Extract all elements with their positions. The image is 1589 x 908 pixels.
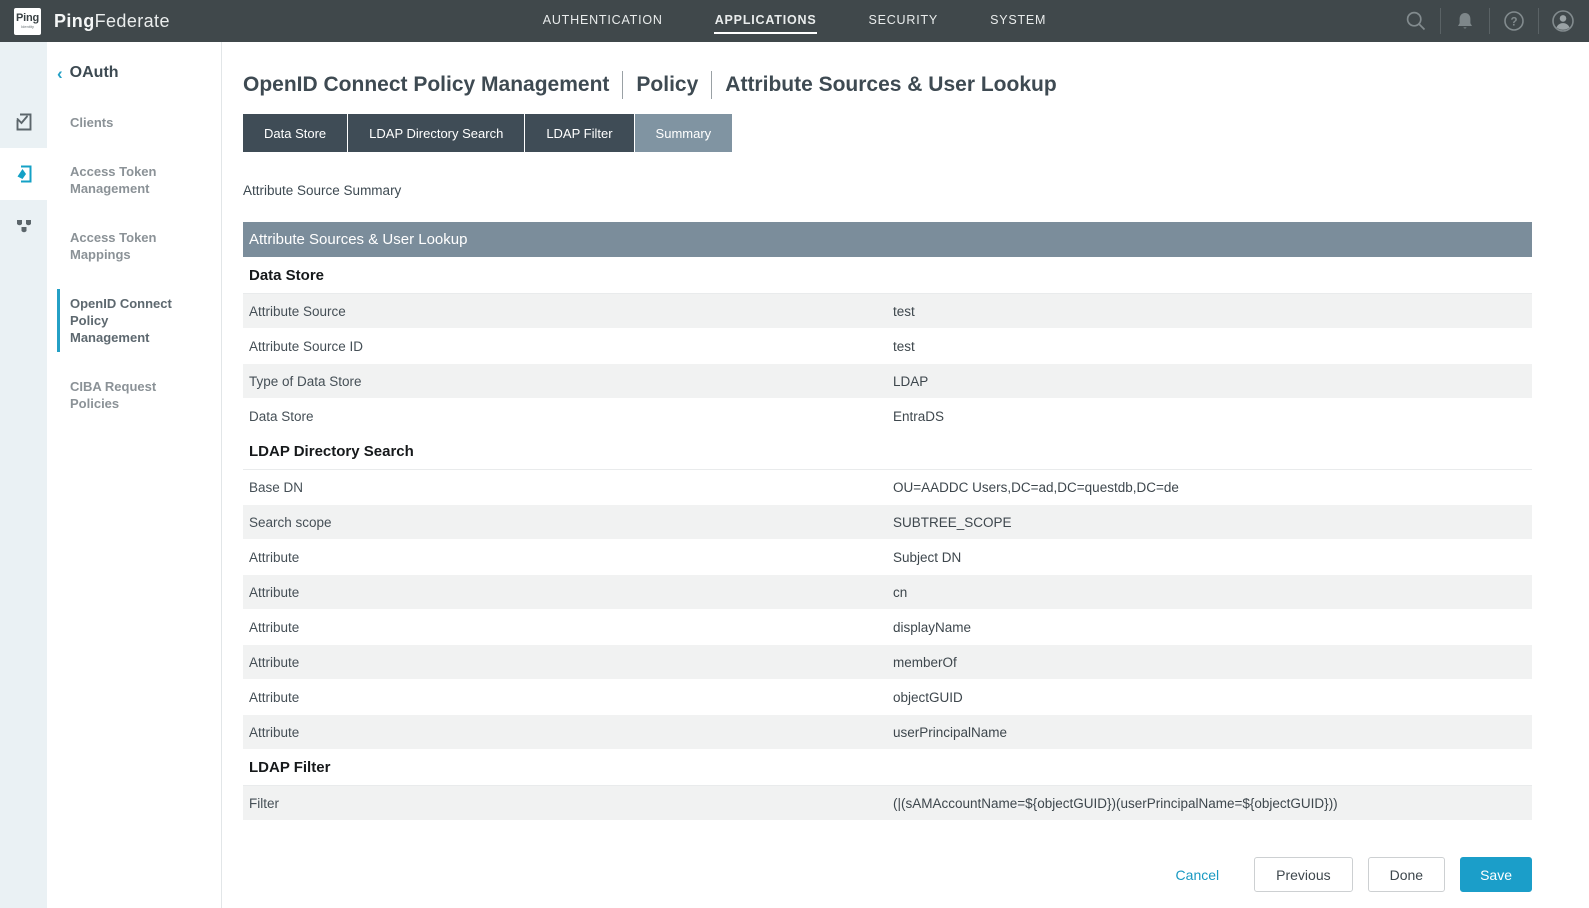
main-content: OpenID Connect Policy Management Policy … xyxy=(222,42,1589,908)
row-label: Attribute Source ID xyxy=(243,339,893,354)
section-heading: LDAP Directory Search xyxy=(243,433,1532,470)
summary-section-ldap-filter: LDAP FilterFilter(|(sAMAccountName=${obj… xyxy=(243,749,1532,820)
svg-text:?: ? xyxy=(1510,16,1517,28)
table-row: Attribute Source IDtest xyxy=(243,329,1532,363)
section-heading: Data Store xyxy=(243,257,1532,294)
nav-item-system[interactable]: SYSTEM xyxy=(989,9,1047,34)
row-label: Attribute xyxy=(243,655,893,670)
rail-clients-icon[interactable] xyxy=(0,96,47,148)
breadcrumb-segment-2: Policy xyxy=(636,73,698,97)
summary-sections: Data StoreAttribute SourcetestAttribute … xyxy=(243,257,1532,820)
rail-policy-management-icon[interactable] xyxy=(0,148,47,200)
search-icon[interactable] xyxy=(1391,8,1440,34)
ping-logo-text: Ping xyxy=(16,13,39,24)
row-value: test xyxy=(893,304,915,319)
table-row: AttributeSubject DN xyxy=(243,540,1532,574)
sidebar-item-openid-connect-policy-management[interactable]: OpenID Connect Policy Management xyxy=(57,289,185,352)
table-row: AttributeuserPrincipalName xyxy=(243,715,1532,749)
account-avatar-icon[interactable] xyxy=(1538,8,1587,34)
summary-table-header: Attribute Sources & User Lookup xyxy=(243,222,1532,257)
table-row: Filter(|(sAMAccountName=${objectGUID})(u… xyxy=(243,786,1532,820)
row-label: Attribute xyxy=(243,725,893,740)
row-label: Type of Data Store xyxy=(243,374,893,389)
brand[interactable]: Ping Identity PingFederate xyxy=(0,8,170,35)
page-title: OpenID Connect Policy Management Policy … xyxy=(243,71,1532,99)
breadcrumb-segment-1: OpenID Connect Policy Management xyxy=(243,73,609,97)
sidebar-item-clients[interactable]: Clients xyxy=(70,108,198,137)
tab-data-store[interactable]: Data Store xyxy=(243,114,347,152)
table-row: Attributecn xyxy=(243,575,1532,609)
primary-nav: AUTHENTICATION APPLICATIONS SECURITY SYSTEM xyxy=(0,0,1589,42)
row-value: OU=AADDC Users,DC=ad,DC=questdb,DC=de xyxy=(893,480,1179,495)
row-label: Attribute Source xyxy=(243,304,893,319)
summary-section-data-store: Data StoreAttribute SourcetestAttribute … xyxy=(243,257,1532,433)
sidebar-item-access-token-management[interactable]: Access Token Management xyxy=(70,157,198,203)
table-row: AttributedisplayName xyxy=(243,610,1532,644)
row-label: Filter xyxy=(243,796,893,811)
row-value: Subject DN xyxy=(893,550,961,565)
table-row: Attribute Sourcetest xyxy=(243,294,1532,328)
save-button[interactable]: Save xyxy=(1460,857,1532,892)
chevron-left-icon: ‹ xyxy=(57,65,63,82)
row-value: userPrincipalName xyxy=(893,725,1007,740)
title-separator xyxy=(622,71,623,99)
table-row: Search scopeSUBTREE_SCOPE xyxy=(243,505,1532,539)
sidebar: ‹ OAuth Clients Access Token Management Ac… xyxy=(47,42,222,908)
tab-ldap-directory-search[interactable]: LDAP Directory Search xyxy=(348,114,524,152)
row-label: Data Store xyxy=(243,409,893,424)
tab-ldap-filter[interactable]: LDAP Filter xyxy=(525,114,633,152)
section-heading: LDAP Filter xyxy=(243,749,1532,786)
row-value: cn xyxy=(893,585,907,600)
cancel-button[interactable]: Cancel xyxy=(1176,867,1220,883)
sidebar-items: Clients Access Token Management Access Tok… xyxy=(47,108,221,418)
table-row: Data StoreEntraDS xyxy=(243,399,1532,433)
row-value: EntraDS xyxy=(893,409,944,424)
nav-item-authentication[interactable]: AUTHENTICATION xyxy=(542,9,664,34)
ping-logo-subtext: Identity xyxy=(21,25,34,29)
product-name-light: Federate xyxy=(95,11,170,31)
wizard-step-tabs: Data StoreLDAP Directory SearchLDAP Filt… xyxy=(243,114,1532,152)
summary-intro-text: Attribute Source Summary xyxy=(243,183,1532,198)
rail-mappings-icon[interactable] xyxy=(0,200,47,252)
row-label: Search scope xyxy=(243,515,893,530)
product-name: PingFederate xyxy=(54,11,170,32)
row-label: Base DN xyxy=(243,480,893,495)
row-label: Attribute xyxy=(243,620,893,635)
row-value: LDAP xyxy=(893,374,928,389)
sidebar-section-title: OAuth xyxy=(70,64,119,82)
table-row: Base DNOU=AADDC Users,DC=ad,DC=questdb,D… xyxy=(243,470,1532,504)
table-row: Type of Data StoreLDAP xyxy=(243,364,1532,398)
tab-summary[interactable]: Summary xyxy=(635,114,733,152)
breadcrumb-segment-3: Attribute Sources & User Lookup xyxy=(725,73,1056,97)
row-label: Attribute xyxy=(243,585,893,600)
nav-item-applications[interactable]: APPLICATIONS xyxy=(714,9,818,34)
table-row: AttributememberOf xyxy=(243,645,1532,679)
row-value: test xyxy=(893,339,915,354)
row-label: Attribute xyxy=(243,690,893,705)
topnav-utilities: ? xyxy=(1391,0,1587,42)
done-button[interactable]: Done xyxy=(1368,857,1445,892)
product-name-bold: Ping xyxy=(54,11,95,31)
top-navigation-bar: Ping Identity PingFederate AUTHENTICATIO… xyxy=(0,0,1589,42)
summary-section-ldap-directory-search: LDAP Directory SearchBase DNOU=AADDC Use… xyxy=(243,433,1532,749)
nav-item-security[interactable]: SECURITY xyxy=(867,9,939,34)
row-value: displayName xyxy=(893,620,971,635)
row-value: objectGUID xyxy=(893,690,963,705)
icon-rail xyxy=(0,42,47,908)
sidebar-back-oauth[interactable]: ‹ OAuth xyxy=(57,64,221,82)
footer-actions: Cancel Previous Done Save xyxy=(243,857,1532,892)
row-label: Attribute xyxy=(243,550,893,565)
previous-button[interactable]: Previous xyxy=(1254,857,1352,892)
sidebar-item-ciba-request-policies[interactable]: CIBA Request Policies xyxy=(70,372,198,418)
row-value: memberOf xyxy=(893,655,957,670)
help-icon[interactable]: ? xyxy=(1489,8,1538,34)
sidebar-item-access-token-mappings[interactable]: Access Token Mappings xyxy=(70,223,198,269)
row-value: SUBTREE_SCOPE xyxy=(893,515,1012,530)
notifications-bell-icon[interactable] xyxy=(1440,8,1489,34)
title-separator xyxy=(711,71,712,99)
ping-logo: Ping Identity xyxy=(14,8,41,35)
row-value: (|(sAMAccountName=${objectGUID})(userPri… xyxy=(893,796,1338,811)
table-row: AttributeobjectGUID xyxy=(243,680,1532,714)
